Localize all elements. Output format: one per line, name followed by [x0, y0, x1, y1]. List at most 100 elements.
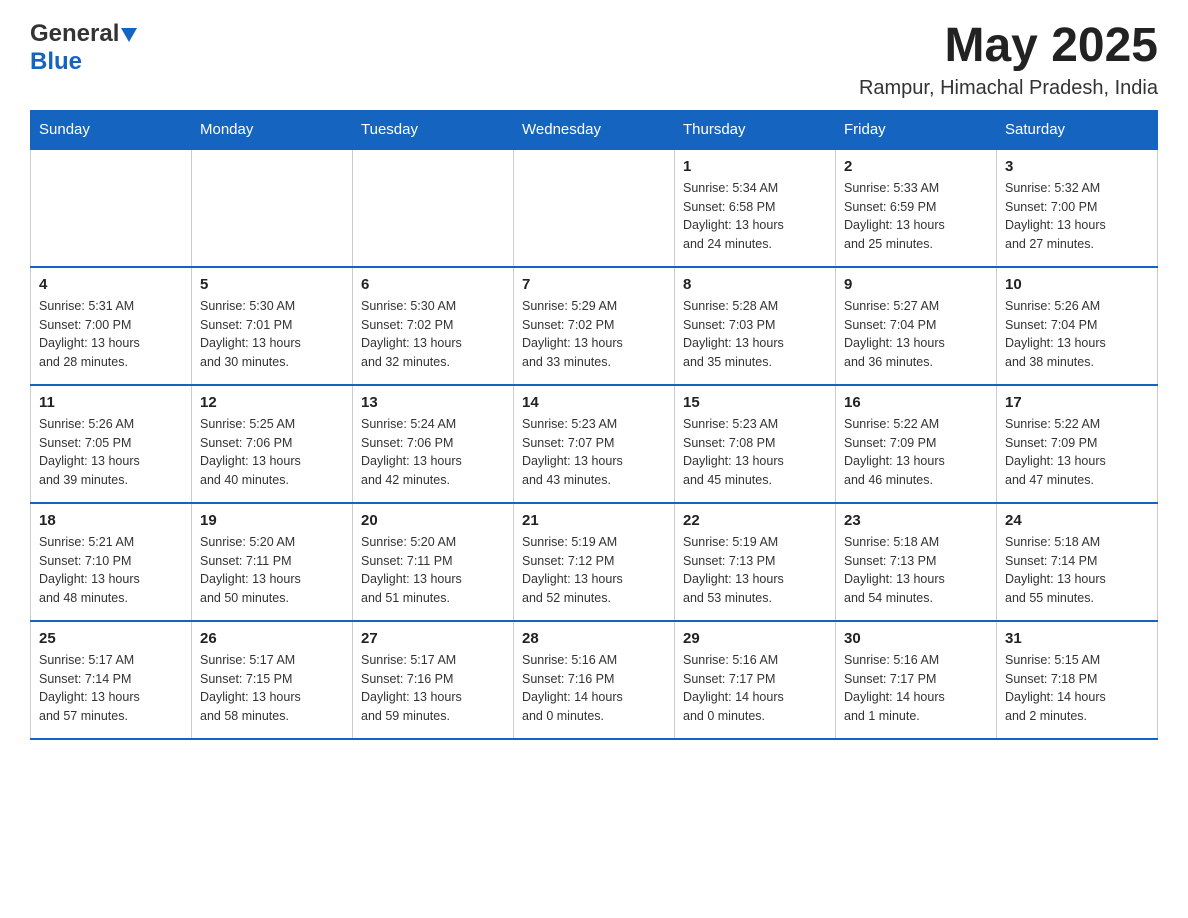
calendar-week-4: 18 Sunrise: 5:21 AMSunset: 7:10 PMDayligh… [31, 503, 1158, 621]
day-number: 1 [683, 158, 827, 175]
day-info: Sunrise: 5:17 AMSunset: 7:14 PMDaylight:… [39, 651, 183, 726]
day-info: Sunrise: 5:34 AMSunset: 6:58 PMDaylight:… [683, 179, 827, 254]
day-number: 8 [683, 276, 827, 293]
calendar-table: SundayMondayTuesdayWednesdayThursdayFrid… [30, 110, 1158, 740]
day-info: Sunrise: 5:30 AMSunset: 7:01 PMDaylight:… [200, 297, 344, 372]
day-info: Sunrise: 5:18 AMSunset: 7:13 PMDaylight:… [844, 533, 988, 608]
day-number: 20 [361, 512, 505, 529]
calendar-cell: 6Sunrise: 5:30 AMSunset: 7:02 PMDaylight… [353, 267, 514, 385]
calendar-cell: 20 Sunrise: 5:20 AMSunset: 7:11 PMDayligh… [353, 503, 514, 621]
logo: General Blue [30, 20, 137, 76]
logo-triangle-icon [121, 28, 137, 47]
day-number: 10 [1005, 276, 1149, 293]
calendar-cell: 16 Sunrise: 5:22 AMSunset: 7:09 PMDayligh… [836, 385, 997, 503]
day-number: 18 [39, 512, 183, 529]
weekday-header-saturday: Saturday [997, 110, 1158, 149]
calendar-cell: 31Sunrise: 5:15 AMSunset: 7:18 PMDayligh… [997, 621, 1158, 739]
weekday-header-thursday: Thursday [675, 110, 836, 149]
calendar-cell: 4 Sunrise: 5:31 AMSunset: 7:00 PMDaylight… [31, 267, 192, 385]
day-number: 4 [39, 276, 183, 293]
calendar-cell: 25 Sunrise: 5:17 AMSunset: 7:14 PMDayligh… [31, 621, 192, 739]
title-area: May 2025 Rampur, Himachal Pradesh, India [859, 20, 1158, 100]
day-info: Sunrise: 5:16 AMSunset: 7:17 PMDaylight:… [683, 651, 827, 726]
day-info: Sunrise: 5:22 AMSunset: 7:09 PMDaylight:… [844, 415, 988, 490]
calendar-cell [353, 149, 514, 267]
location-subtitle: Rampur, Himachal Pradesh, India [859, 77, 1158, 100]
calendar-cell: 7Sunrise: 5:29 AMSunset: 7:02 PMDaylight… [514, 267, 675, 385]
day-info: Sunrise: 5:17 AMSunset: 7:15 PMDaylight:… [200, 651, 344, 726]
calendar-cell: 3 Sunrise: 5:32 AMSunset: 7:00 PMDaylight… [997, 149, 1158, 267]
day-number: 16 [844, 394, 988, 411]
calendar-cell: 26 Sunrise: 5:17 AMSunset: 7:15 PMDayligh… [192, 621, 353, 739]
calendar-cell: 27Sunrise: 5:17 AMSunset: 7:16 PMDayligh… [353, 621, 514, 739]
day-number: 29 [683, 630, 827, 647]
day-info: Sunrise: 5:33 AMSunset: 6:59 PMDaylight:… [844, 179, 988, 254]
day-info: Sunrise: 5:16 AMSunset: 7:16 PMDaylight:… [522, 651, 666, 726]
calendar-cell: 15 Sunrise: 5:23 AMSunset: 7:08 PMDayligh… [675, 385, 836, 503]
day-number: 24 [1005, 512, 1149, 529]
calendar-cell: 28 Sunrise: 5:16 AMSunset: 7:16 PMDayligh… [514, 621, 675, 739]
day-number: 6 [361, 276, 505, 293]
day-info: Sunrise: 5:21 AMSunset: 7:10 PMDaylight:… [39, 533, 183, 608]
day-info: Sunrise: 5:19 AMSunset: 7:12 PMDaylight:… [522, 533, 666, 608]
day-number: 17 [1005, 394, 1149, 411]
calendar-cell: 11Sunrise: 5:26 AMSunset: 7:05 PMDayligh… [31, 385, 192, 503]
weekday-header-monday: Monday [192, 110, 353, 149]
day-info: Sunrise: 5:32 AMSunset: 7:00 PMDaylight:… [1005, 179, 1149, 254]
day-info: Sunrise: 5:20 AMSunset: 7:11 PMDaylight:… [361, 533, 505, 608]
day-info: Sunrise: 5:26 AMSunset: 7:05 PMDaylight:… [39, 415, 183, 490]
calendar-cell: 19 Sunrise: 5:20 AMSunset: 7:11 PMDayligh… [192, 503, 353, 621]
day-info: Sunrise: 5:20 AMSunset: 7:11 PMDaylight:… [200, 533, 344, 608]
day-number: 19 [200, 512, 344, 529]
calendar-cell: 12Sunrise: 5:25 AMSunset: 7:06 PMDayligh… [192, 385, 353, 503]
calendar-cell: 30Sunrise: 5:16 AMSunset: 7:17 PMDayligh… [836, 621, 997, 739]
calendar-cell: 14Sunrise: 5:23 AMSunset: 7:07 PMDayligh… [514, 385, 675, 503]
calendar-week-5: 25 Sunrise: 5:17 AMSunset: 7:14 PMDayligh… [31, 621, 1158, 739]
day-number: 21 [522, 512, 666, 529]
day-number: 9 [844, 276, 988, 293]
day-info: Sunrise: 5:26 AMSunset: 7:04 PMDaylight:… [1005, 297, 1149, 372]
logo-general-text: General [30, 20, 119, 48]
calendar-cell: 21 Sunrise: 5:19 AMSunset: 7:12 PMDayligh… [514, 503, 675, 621]
logo-blue-text: Blue [30, 48, 82, 75]
calendar-cell: 2 Sunrise: 5:33 AMSunset: 6:59 PMDaylight… [836, 149, 997, 267]
calendar-cell: 5 Sunrise: 5:30 AMSunset: 7:01 PMDaylight… [192, 267, 353, 385]
day-number: 5 [200, 276, 344, 293]
weekday-header-wednesday: Wednesday [514, 110, 675, 149]
day-number: 14 [522, 394, 666, 411]
calendar-cell [514, 149, 675, 267]
day-number: 30 [844, 630, 988, 647]
weekday-header-tuesday: Tuesday [353, 110, 514, 149]
weekday-header-row: SundayMondayTuesdayWednesdayThursdayFrid… [31, 110, 1158, 149]
day-info: Sunrise: 5:22 AMSunset: 7:09 PMDaylight:… [1005, 415, 1149, 490]
calendar-week-3: 11Sunrise: 5:26 AMSunset: 7:05 PMDayligh… [31, 385, 1158, 503]
day-number: 31 [1005, 630, 1149, 647]
calendar-cell: 9 Sunrise: 5:27 AMSunset: 7:04 PMDaylight… [836, 267, 997, 385]
page-header: General Blue May 2025 Rampur, Himachal P… [30, 20, 1158, 100]
calendar-week-2: 4 Sunrise: 5:31 AMSunset: 7:00 PMDaylight… [31, 267, 1158, 385]
day-number: 3 [1005, 158, 1149, 175]
calendar-cell: 10 Sunrise: 5:26 AMSunset: 7:04 PMDayligh… [997, 267, 1158, 385]
day-info: Sunrise: 5:23 AMSunset: 7:08 PMDaylight:… [683, 415, 827, 490]
day-number: 23 [844, 512, 988, 529]
calendar-cell: 29 Sunrise: 5:16 AMSunset: 7:17 PMDayligh… [675, 621, 836, 739]
day-number: 22 [683, 512, 827, 529]
calendar-cell [192, 149, 353, 267]
day-number: 13 [361, 394, 505, 411]
day-number: 25 [39, 630, 183, 647]
day-info: Sunrise: 5:31 AMSunset: 7:00 PMDaylight:… [39, 297, 183, 372]
calendar-cell: 22Sunrise: 5:19 AMSunset: 7:13 PMDayligh… [675, 503, 836, 621]
day-info: Sunrise: 5:28 AMSunset: 7:03 PMDaylight:… [683, 297, 827, 372]
calendar-week-1: 1 Sunrise: 5:34 AMSunset: 6:58 PMDaylight… [31, 149, 1158, 267]
day-number: 28 [522, 630, 666, 647]
calendar-cell: 13Sunrise: 5:24 AMSunset: 7:06 PMDayligh… [353, 385, 514, 503]
day-number: 26 [200, 630, 344, 647]
day-info: Sunrise: 5:27 AMSunset: 7:04 PMDaylight:… [844, 297, 988, 372]
day-number: 15 [683, 394, 827, 411]
day-info: Sunrise: 5:29 AMSunset: 7:02 PMDaylight:… [522, 297, 666, 372]
calendar-cell: 1 Sunrise: 5:34 AMSunset: 6:58 PMDaylight… [675, 149, 836, 267]
day-number: 2 [844, 158, 988, 175]
day-info: Sunrise: 5:25 AMSunset: 7:06 PMDaylight:… [200, 415, 344, 490]
calendar-cell: 23 Sunrise: 5:18 AMSunset: 7:13 PMDayligh… [836, 503, 997, 621]
calendar-cell: 17 Sunrise: 5:22 AMSunset: 7:09 PMDayligh… [997, 385, 1158, 503]
